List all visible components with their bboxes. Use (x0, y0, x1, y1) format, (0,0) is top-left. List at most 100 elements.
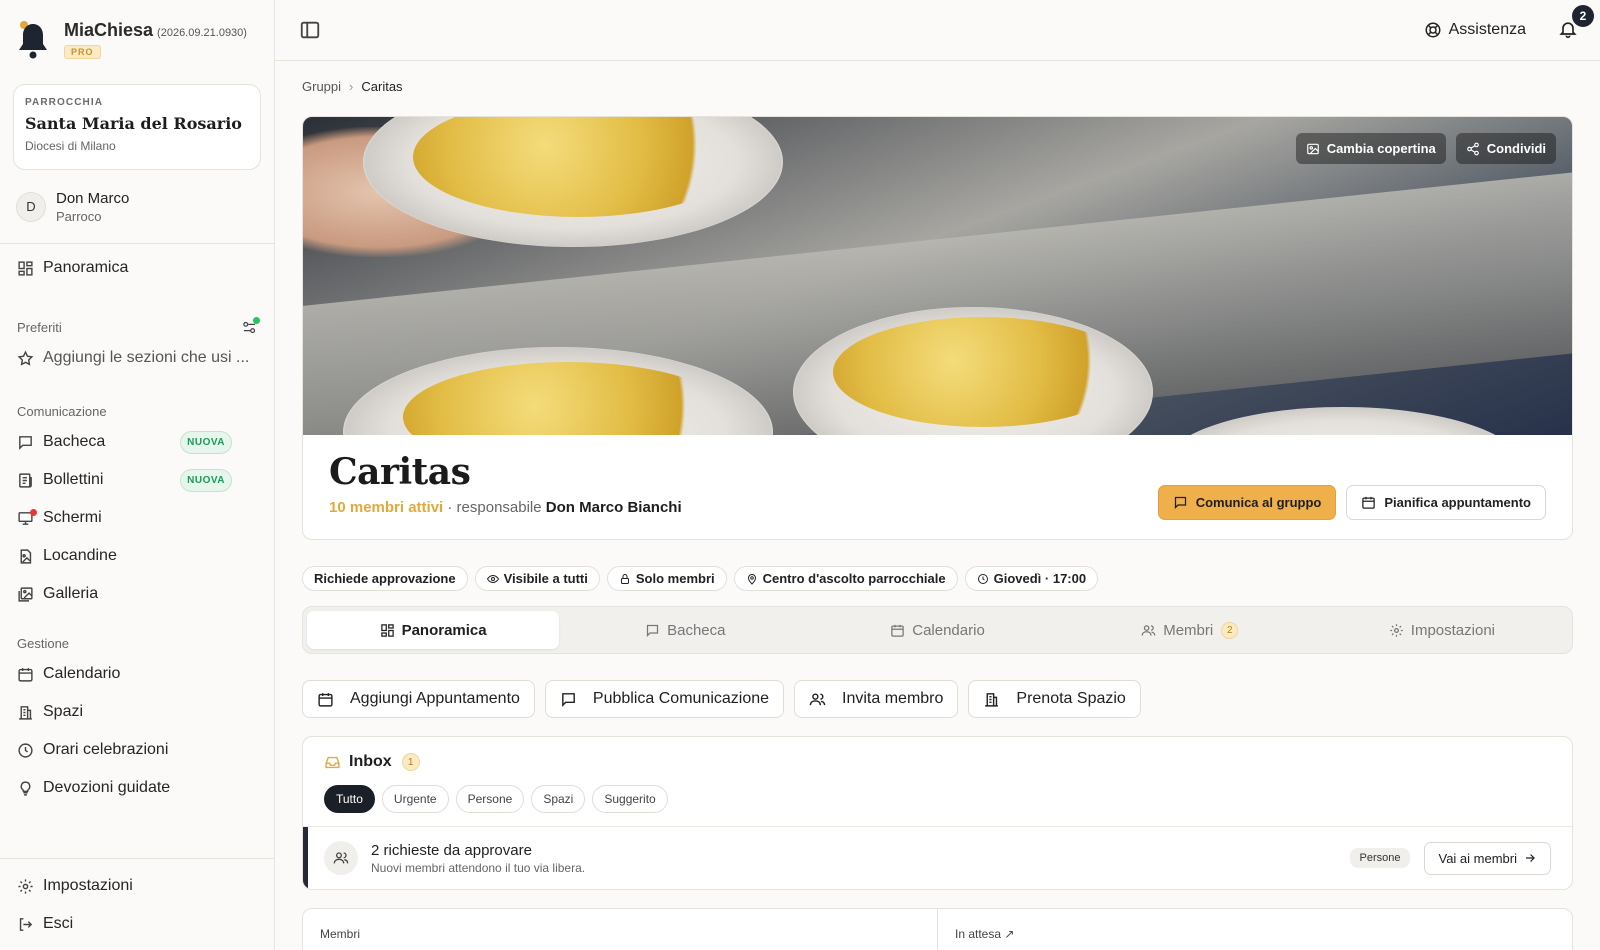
building-icon (17, 704, 34, 721)
inbox-title: Inbox 1 (324, 753, 1551, 771)
sidebar-item-logout[interactable]: Esci (0, 905, 274, 943)
sidebar-item-schermi[interactable]: Schermi (0, 499, 274, 537)
message-group-label: Comunica al gruppo (1195, 495, 1322, 510)
status-dot (253, 316, 260, 324)
pending-stat-label[interactable]: In attesa ↗ (937, 909, 1572, 950)
filter-urgent[interactable]: Urgente (381, 785, 449, 813)
group-hero: Cambia copertina Condividi Caritas 10 me… (302, 116, 1573, 540)
group-header: Caritas 10 membri attivi · responsabile … (303, 435, 1572, 539)
clock-icon (17, 742, 34, 759)
lightbulb-icon (17, 780, 34, 797)
group-leader: Don Marco Bianchi (545, 499, 682, 516)
favorites-hint[interactable]: Aggiungi le sezioni che usi ... (0, 339, 274, 377)
location-chip: Centro d'ascolto parrocchiale (733, 566, 958, 591)
sidebar-item-label: Esci (43, 915, 74, 932)
sidebar-item-bacheca[interactable]: Bacheca NUOVA (0, 423, 274, 461)
sidebar-item-label: Schermi (43, 509, 102, 526)
inbox-count: 1 (401, 753, 420, 771)
share-button[interactable]: Condividi (1455, 133, 1556, 164)
inbox-item-subtitle: Nuovi membri attendono il tuo via libera… (371, 860, 586, 875)
filter-all[interactable]: Tutto (324, 785, 375, 813)
inbox-item-title: 2 richieste da approvare (371, 841, 532, 859)
parish-card[interactable]: PARROCCHIA Santa Maria del Rosario Dioce… (13, 84, 261, 170)
sidebar-item-spazi[interactable]: Spazi (0, 693, 274, 731)
sidebar-item-overview[interactable]: Panoramica (0, 249, 274, 287)
help-label: Assistenza (1448, 21, 1526, 38)
main-content: Assistenza 2 Gruppi › Caritas Cambia cop… (275, 0, 1600, 950)
go-to-members-button[interactable]: Vai ai membri (1424, 841, 1551, 875)
sidebar-item-settings[interactable]: Impostazioni (0, 867, 274, 905)
favorites-section-label: Preferiti (0, 315, 274, 339)
visibility-chip: Visibile a tutti (474, 566, 600, 591)
publish-communication-button[interactable]: Pubblica Comunicazione (544, 680, 785, 718)
plan-badge: PRO (64, 45, 101, 59)
filter-people[interactable]: Persone (455, 785, 525, 813)
user-name: Don Marco (56, 189, 130, 207)
invite-member-button[interactable]: Invita membro (794, 680, 959, 718)
customize-favorites-icon[interactable] (242, 316, 260, 335)
filter-spaces[interactable]: Spazi (531, 785, 586, 813)
favorites-hint-label: Aggiungi le sezioni che usi ... (43, 349, 250, 366)
members-only-chip: Solo membri (606, 566, 727, 591)
sidebar-item-label: Locandine (43, 547, 117, 564)
inbox-item[interactable]: 2 richieste da approvare Nuovi membri at… (303, 827, 1572, 889)
schedule-appointment-button[interactable]: Pianifica appuntamento (1346, 485, 1546, 520)
sidebar-item-galleria[interactable]: Galleria (0, 575, 274, 613)
lock-icon (620, 573, 629, 584)
inbox-icon (325, 756, 340, 768)
newspaper-icon (17, 472, 34, 489)
active-members: 10 membri attivi (329, 499, 444, 516)
star-icon (17, 349, 34, 367)
bell-logo-icon (19, 21, 47, 59)
message-square-icon (17, 434, 34, 451)
inbox-filters: Tutto Urgente Persone Spazi Suggerito (324, 785, 1551, 813)
inbox-title-label: Inbox (349, 753, 392, 770)
button-label: Prenota Spazio (1016, 690, 1126, 707)
schedule-appointment-label: Pianifica appuntamento (1384, 495, 1531, 510)
brand[interactable]: MiaChiesa (2026.09.21.0930) PRO (0, 0, 274, 78)
calendar-icon (318, 692, 333, 707)
tab-members[interactable]: Membri 2 (1064, 611, 1316, 649)
help-button[interactable]: Assistenza (1424, 21, 1526, 39)
new-badge: NUOVA (180, 468, 232, 492)
parish-kicker: PARROCCHIA (25, 97, 104, 108)
gear-icon (1390, 623, 1403, 637)
tab-label: Membri (1163, 621, 1214, 639)
group-tabs: Panoramica Bacheca Calendario Membri 2 I… (302, 606, 1573, 654)
sidebar-footer: Impostazioni Esci (0, 858, 274, 943)
user-profile[interactable]: D Don Marco Parroco (0, 170, 274, 244)
book-space-button[interactable]: Prenota Spazio (968, 680, 1141, 718)
change-cover-button[interactable]: Cambia copertina (1295, 133, 1446, 164)
members-tab-count: 2 (1221, 621, 1239, 639)
grid-icon (17, 260, 34, 277)
message-group-button[interactable]: Comunica al gruppo (1157, 485, 1337, 520)
sidebar-item-label: Devozioni guidate (43, 779, 171, 796)
sidebar-toggle-icon[interactable] (299, 19, 321, 41)
file-image-icon (17, 548, 34, 565)
communication-section-label: Comunicazione (17, 403, 107, 419)
eye-icon (486, 574, 499, 583)
app-version: (2026.09.21.0930) (157, 27, 247, 39)
chip-label: Richiede approvazione (314, 571, 456, 586)
notifications-button[interactable]: 2 (1558, 5, 1594, 41)
sidebar-item-devozioni-guidate[interactable]: Devozioni guidate (0, 769, 274, 807)
tab-calendar[interactable]: Calendario (811, 611, 1063, 649)
sidebar-item-locandine[interactable]: Locandine (0, 537, 274, 575)
tab-settings[interactable]: Impostazioni (1316, 611, 1568, 649)
sidebar-item-label: Bollettini (43, 471, 104, 488)
breadcrumb-parent[interactable]: Gruppi (302, 79, 341, 94)
sidebar-item-orari-celebrazioni[interactable]: Orari celebrazioni (0, 731, 274, 769)
filter-suggested[interactable]: Suggerito (592, 785, 668, 813)
lifebuoy-icon (1425, 22, 1441, 38)
sidebar-item-bollettini[interactable]: Bollettini NUOVA (0, 461, 274, 499)
tab-overview[interactable]: Panoramica (307, 611, 560, 649)
sidebar-item-calendario[interactable]: Calendario (0, 655, 274, 693)
tab-label: Calendario (912, 621, 985, 639)
map-pin-icon (747, 573, 756, 585)
sidebar-item-label: Panoramica (43, 259, 129, 276)
add-appointment-button[interactable]: Aggiungi Appuntamento (302, 680, 535, 718)
meta-separator: · responsabile (443, 499, 546, 516)
topbar: Assistenza 2 (275, 0, 1600, 61)
tab-board[interactable]: Bacheca (559, 611, 811, 649)
users-icon (1141, 624, 1156, 636)
